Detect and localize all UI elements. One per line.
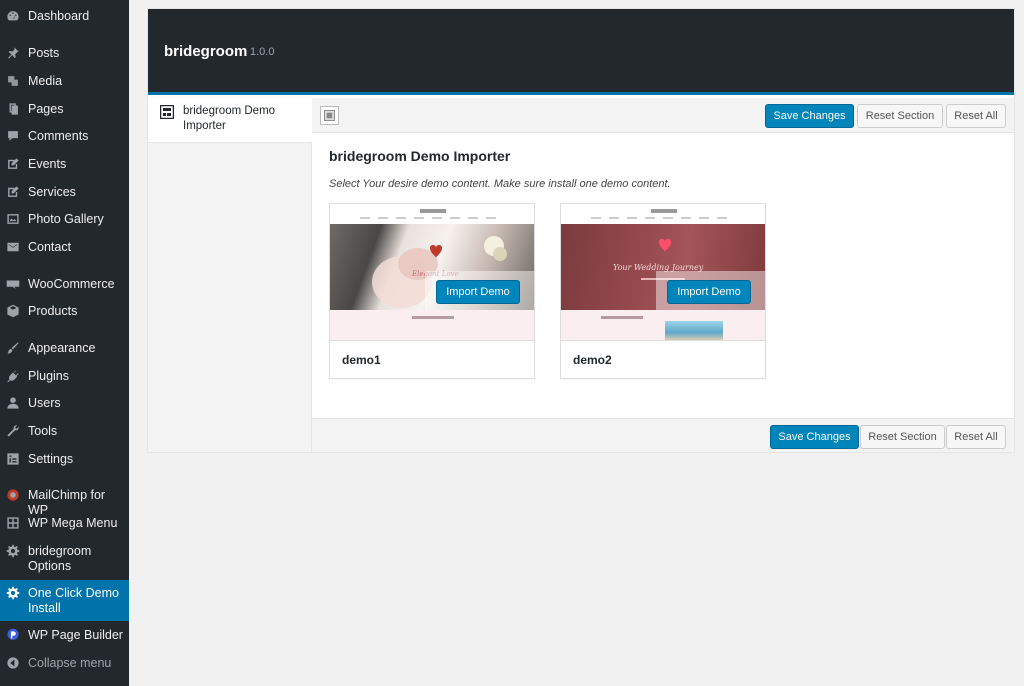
sidebar-item-dashboard[interactable]: Dashboard (0, 9, 129, 24)
sidebar-item-users[interactable]: Users (0, 396, 129, 411)
edit-icon (6, 157, 20, 171)
reset-all-button-bottom[interactable]: Reset All (946, 425, 1006, 449)
save-changes-button-bottom[interactable]: Save Changes (770, 425, 859, 449)
sidebar-item-wp-page-builder[interactable]: WP Page Builder (0, 628, 129, 643)
sidebar-item-mailchimp[interactable]: MailChimp for WP (0, 488, 129, 518)
comments-icon (6, 129, 20, 143)
pages-icon (6, 102, 20, 116)
gallery-icon (6, 212, 20, 226)
wrench-icon (6, 424, 20, 438)
builder-icon (6, 628, 20, 642)
sidebar-item-posts[interactable]: Posts (0, 46, 129, 61)
tab-demo-importer[interactable]: bridegroom Demo Importer (148, 98, 312, 143)
demo-card-demo2: Your Wedding Journey Import Demo demo2 (560, 203, 766, 379)
woo-icon (6, 277, 20, 291)
sidebar-item-media[interactable]: Media (0, 74, 129, 89)
top-toolbar: Save Changes Reset Section Reset All (312, 98, 1014, 133)
sidebar-item-wp-mega-menu[interactable]: WP Mega Menu (0, 516, 129, 531)
sidebar-item-photo-gallery[interactable]: Photo Gallery (0, 212, 129, 227)
section-title: bridegroom Demo Importer (329, 148, 511, 164)
sidebar-item-one-click-demo-install[interactable]: One Click Demo Install (0, 580, 129, 621)
import-demo-button-demo1[interactable]: Import Demo (436, 280, 520, 304)
gear-icon (6, 544, 20, 558)
collapse-icon (6, 656, 20, 670)
section-content: Save Changes Reset Section Reset All bri… (312, 98, 1014, 452)
box-icon (6, 304, 20, 318)
demo-name: demo1 (330, 340, 534, 378)
admin-sidebar: Dashboard Posts Media Pages Comments Eve… (0, 0, 129, 686)
settings-icon (6, 452, 20, 466)
reset-all-button-top[interactable]: Reset All (946, 104, 1006, 128)
media-icon (6, 74, 20, 88)
mailchimp-icon (6, 488, 20, 502)
options-panel: bridegroom 1.0.0 bridegroom Demo Importe… (147, 8, 1015, 453)
user-icon (6, 396, 20, 410)
pin-icon (6, 46, 20, 60)
mail-icon (6, 240, 20, 254)
demo-thumbnail: Your Wedding Journey (561, 204, 765, 340)
sidebar-item-settings[interactable]: Settings (0, 452, 129, 467)
import-demo-button-demo2[interactable]: Import Demo (667, 280, 751, 304)
layout-icon (159, 104, 175, 120)
demo-card-demo1: Elegant Love Import Demo demo1 (329, 203, 535, 379)
edit-icon (6, 185, 20, 199)
brush-icon (6, 341, 20, 355)
save-changes-button-top[interactable]: Save Changes (765, 104, 854, 128)
gear-icon (6, 586, 20, 600)
sidebar-item-pages[interactable]: Pages (0, 102, 129, 117)
panel-header: bridegroom 1.0.0 (148, 9, 1014, 95)
section-description: Select Your desire demo content. Make su… (329, 178, 671, 190)
panel-version: 1.0.0 (250, 46, 275, 58)
demo-name: demo2 (561, 340, 765, 378)
sidebar-item-plugins[interactable]: Plugins (0, 369, 129, 384)
sidebar-item-bridegroom-options[interactable]: bridegroom Options (0, 544, 129, 574)
sidebar-item-products[interactable]: Products (0, 304, 129, 319)
sidebar-item-services[interactable]: Services (0, 185, 129, 200)
expand-icon (324, 110, 335, 121)
collapse-menu-button[interactable]: Collapse menu (0, 656, 129, 671)
panel-title: bridegroom (164, 43, 248, 60)
dashboard-icon (6, 9, 20, 23)
plugin-icon (6, 369, 20, 383)
reset-section-button-bottom[interactable]: Reset Section (860, 425, 945, 449)
expand-options-button[interactable] (320, 106, 339, 125)
sidebar-item-events[interactable]: Events (0, 157, 129, 172)
bottom-toolbar: Save Changes Reset Section Reset All (312, 418, 1014, 452)
sidebar-item-contact[interactable]: Contact (0, 240, 129, 255)
demo-thumbnail: Elegant Love (330, 204, 534, 340)
sidebar-item-comments[interactable]: Comments (0, 129, 129, 144)
section-tabs: bridegroom Demo Importer (148, 98, 312, 452)
grid-icon (6, 516, 20, 530)
reset-section-button-top[interactable]: Reset Section (857, 104, 943, 128)
sidebar-item-tools[interactable]: Tools (0, 424, 129, 439)
sidebar-item-appearance[interactable]: Appearance (0, 341, 129, 356)
sidebar-item-woocommerce[interactable]: WooCommerce (0, 277, 129, 292)
